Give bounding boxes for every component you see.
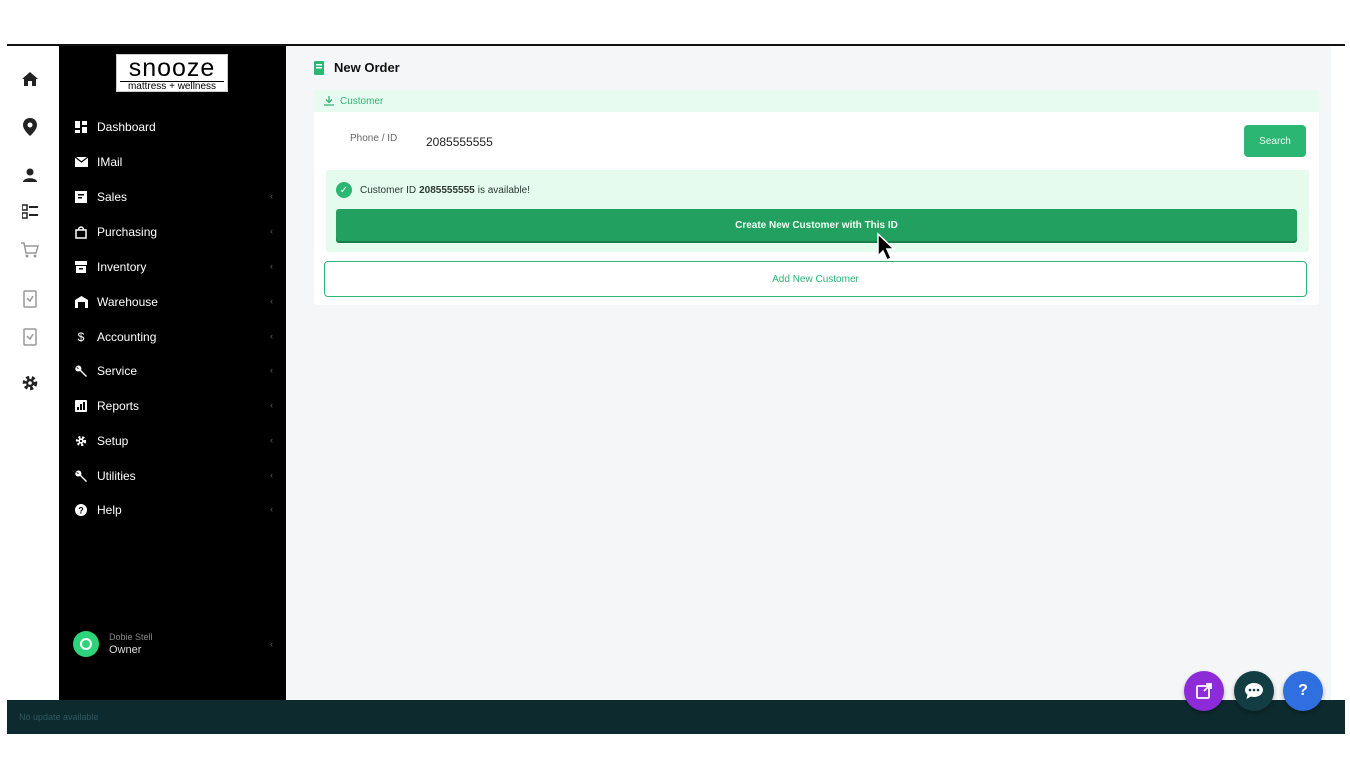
sidebar-item-label: Service [97, 364, 138, 378]
page-title: New Order [314, 60, 400, 75]
sidebar-item-label: Setup [97, 434, 129, 448]
document-icon[interactable] [19, 326, 41, 348]
sidebar-item-label: Warehouse [97, 295, 158, 309]
sidebar-item-inventory[interactable]: Inventory ‹ [73, 255, 273, 279]
mail-icon [73, 154, 89, 170]
chevron-left-icon: ‹ [270, 400, 273, 410]
customer-card: Customer Phone / ID Search ✓ Customer ID… [314, 90, 1319, 305]
app-frame: snooze mattress + wellness Dashboard IMa… [7, 44, 1345, 734]
sidebar-item-warehouse[interactable]: Warehouse ‹ [73, 290, 273, 314]
sidebar-item-help[interactable]: ? Help ‹ [73, 498, 273, 522]
sidebar-item-imail[interactable]: IMail [73, 150, 273, 174]
availability-message: ✓ Customer ID 2085555555 is available! [336, 182, 530, 198]
availability-id: 2085555555 [419, 184, 475, 196]
footer-status-text: No update available [19, 712, 99, 722]
location-pin-icon[interactable] [19, 116, 41, 138]
sales-icon [73, 189, 89, 205]
search-button[interactable]: Search [1244, 125, 1306, 157]
shopping-bag-icon [73, 224, 89, 240]
chevron-left-icon: ‹ [270, 504, 273, 514]
sidebar-item-dashboard[interactable]: Dashboard [73, 115, 273, 139]
chat-bubble-icon [1245, 683, 1263, 699]
svg-text:?: ? [78, 506, 84, 516]
create-customer-button[interactable]: Create New Customer with This ID [336, 209, 1297, 241]
add-new-customer-button[interactable]: Add New Customer [324, 261, 1307, 297]
cart-icon[interactable] [19, 239, 41, 261]
chevron-left-icon: ‹ [270, 331, 273, 341]
sidebar-item-label: Help [97, 503, 122, 517]
avatar [73, 631, 99, 657]
availability-prefix: Customer ID [360, 184, 417, 196]
sidebar-item-utilities[interactable]: Utilities ‹ [73, 464, 273, 488]
check-circle-icon: ✓ [336, 182, 352, 198]
sidebar-item-label: IMail [97, 155, 123, 169]
wrench-icon [73, 468, 89, 484]
help-button[interactable]: ? [1283, 671, 1323, 711]
external-link-icon [1196, 683, 1212, 699]
chevron-left-icon: ‹ [270, 639, 273, 649]
checklist-icon[interactable] [19, 201, 41, 223]
chat-button[interactable] [1234, 671, 1274, 711]
home-icon[interactable] [19, 68, 41, 90]
gear-icon [73, 433, 89, 449]
sidebar-item-label: Purchasing [97, 225, 158, 239]
sidebar-item-label: Reports [97, 399, 140, 413]
reports-icon [73, 398, 89, 414]
chevron-left-icon: ‹ [270, 435, 273, 445]
tab-label: Customer [340, 95, 384, 107]
sidebar-item-reports[interactable]: Reports ‹ [73, 394, 273, 418]
snooze-logo[interactable]: snooze mattress + wellness [116, 54, 228, 92]
logo-tagline: mattress + wellness [120, 81, 224, 92]
warehouse-icon [73, 294, 89, 310]
external-link-button[interactable] [1184, 671, 1224, 711]
sidebar-item-label: Dashboard [97, 120, 156, 134]
sidebar-item-label: Accounting [97, 330, 157, 344]
user-icon[interactable] [19, 164, 41, 186]
availability-suffix: is available! [477, 184, 531, 196]
chevron-left-icon: ‹ [270, 296, 273, 306]
main-content: New Order Customer Phone / ID Search ✓ C… [286, 46, 1331, 700]
dollar-icon: $ [77, 330, 85, 344]
phone-id-input[interactable] [426, 130, 1216, 154]
availability-panel: ✓ Customer ID 2085555555 is available! C… [326, 170, 1309, 252]
dashboard-icon [73, 119, 89, 135]
user-name: Dobie Stell [109, 632, 153, 642]
download-icon [324, 96, 334, 106]
sidebar: snooze mattress + wellness Dashboard IMa… [59, 46, 286, 700]
user-profile[interactable]: Dobie Stell Owner ‹ [73, 631, 273, 661]
help-icon: ? [73, 502, 89, 518]
chevron-left-icon: ‹ [270, 261, 273, 271]
icon-bar [7, 46, 59, 700]
logo-wordmark: snooze [128, 54, 216, 82]
chevron-left-icon: ‹ [270, 365, 273, 375]
chevron-left-icon: ‹ [270, 470, 273, 480]
wrench-icon [73, 363, 89, 379]
page-title-text: New Order [334, 60, 400, 75]
phone-label: Phone / ID [350, 133, 398, 144]
document-icon[interactable] [19, 288, 41, 310]
inventory-icon [73, 259, 89, 275]
sidebar-item-label: Utilities [97, 469, 136, 483]
sidebar-item-label: Inventory [97, 260, 147, 274]
sidebar-item-service[interactable]: Service ‹ [73, 359, 273, 383]
chevron-left-icon: ‹ [270, 226, 273, 236]
chevron-left-icon: ‹ [270, 191, 273, 201]
mouse-cursor-icon [877, 232, 896, 262]
sidebar-item-setup[interactable]: Setup ‹ [73, 429, 273, 453]
sidebar-item-label: Sales [97, 190, 128, 204]
sidebar-item-sales[interactable]: Sales ‹ [73, 185, 273, 209]
question-mark-icon: ? [1298, 682, 1308, 699]
status-footer: No update available [7, 700, 1345, 734]
user-role: Owner [109, 644, 142, 656]
tab-customer[interactable]: Customer [314, 90, 1319, 112]
sidebar-item-purchasing[interactable]: Purchasing ‹ [73, 220, 273, 244]
document-icon [314, 60, 324, 75]
sidebar-item-accounting[interactable]: $ Accounting ‹ [73, 325, 273, 349]
gear-icon[interactable] [19, 372, 41, 394]
